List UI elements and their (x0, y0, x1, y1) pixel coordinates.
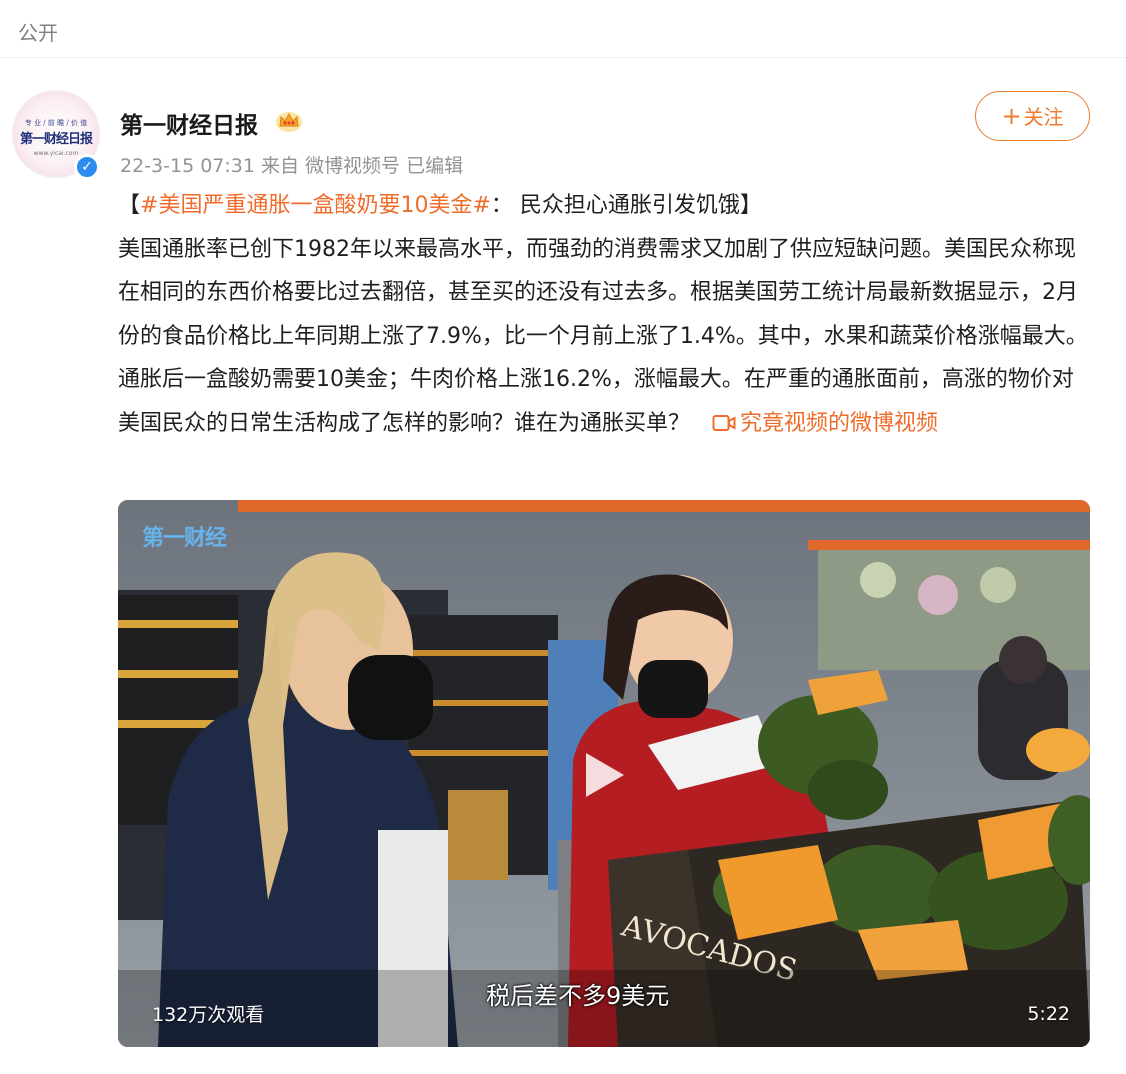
verified-icon: ✓ (74, 154, 100, 180)
avatar-brand: 第一财经日报 (19, 132, 93, 147)
view-count: 132万次观看 (152, 1004, 265, 1026)
avatar-tagline: 专 业 / 前 瞻 / 价 值 (24, 119, 88, 127)
video-link[interactable]: 究竟视频的微博视频 (712, 411, 938, 436)
top-bar: 公开 (0, 0, 1126, 58)
video-link-label: 究竟视频的微博视频 (740, 410, 939, 436)
follow-button[interactable]: + 关注 (975, 91, 1090, 141)
post-meta: 22-3-15 07:31 来自 微博视频号 已编辑 (120, 155, 464, 177)
video-player[interactable]: AVOCADOS 第一财经 税后差不多9美元 132万次观看 5:22 (118, 500, 1090, 1047)
hashtag-link[interactable]: #美国严重通胀一盒酸奶要10美金# (140, 193, 491, 218)
headline-open-bracket: 【 (118, 193, 141, 218)
video-watermark: 第一财经 (142, 526, 227, 551)
crown-icon (276, 112, 302, 132)
video-duration: 5:22 (1027, 1003, 1070, 1025)
post-body: 美国通胀率已创下1982年以来最高水平，而强劲的消费需求又加剧了供应短缺问题。美… (118, 236, 1088, 436)
play-icon[interactable] (572, 745, 632, 805)
headline-rest: ： 民众担心通胀引发饥饿】 (490, 193, 762, 218)
post-content: 【#美国严重通胀一盒酸奶要10美金#： 民众担心通胀引发饥饿】 美国通胀率已创下… (118, 184, 1093, 445)
visibility-label: 公开 (18, 21, 58, 45)
follow-label: 关注 (1023, 105, 1064, 129)
author-name[interactable]: 第一财经日报 (120, 106, 258, 140)
plus-icon: + (1001, 102, 1022, 130)
video-subtitle: 税后差不多9美元 (486, 982, 670, 1010)
video-link-icon (712, 414, 736, 431)
